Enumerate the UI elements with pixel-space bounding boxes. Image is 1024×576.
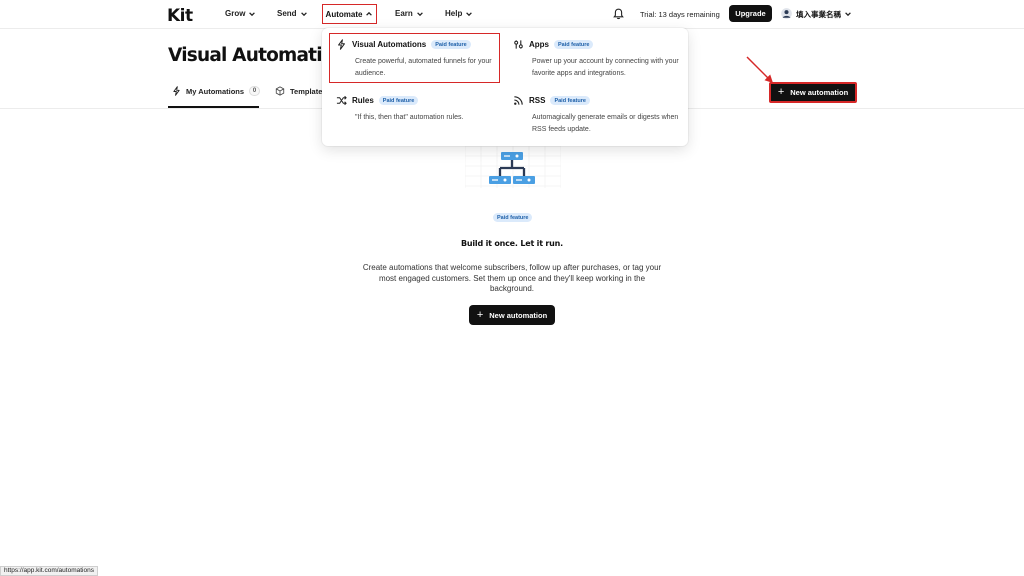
paid-feature-badge: Paid feature (554, 40, 594, 49)
lightning-icon (173, 86, 180, 96)
cube-icon (275, 86, 285, 96)
trial-status: Trial: 13 days remaining (640, 10, 720, 19)
nav-earn-label: Earn (395, 9, 413, 18)
chevron-down-icon (300, 11, 307, 16)
upgrade-button[interactable]: Upgrade (729, 5, 772, 22)
top-navigation: Kit Grow Send Automate Earn Help Trial: … (0, 0, 1024, 29)
menu-item-rules-desc: "If this, then that" automation rules. (355, 114, 464, 121)
tab-my-automations[interactable]: My Automations 0 (172, 86, 261, 96)
status-bar-url: https://app.kit.com/automations (0, 566, 98, 576)
chevron-down-icon (416, 11, 423, 16)
chevron-down-icon (466, 11, 473, 16)
plus-icon: + (777, 86, 785, 98)
paid-feature-badge: Paid feature (493, 213, 533, 222)
nav-help[interactable]: Help (445, 9, 473, 18)
menu-item-apps-title: Apps (529, 40, 549, 49)
account-name[interactable]: 填入事業名稱 (796, 9, 841, 20)
plus-icon: + (476, 308, 484, 321)
menu-item-rss-desc: Automagically generate emails or digests… (532, 114, 679, 133)
empty-state-title: Build it once. Let it run. (461, 239, 563, 248)
nav-send[interactable]: Send (277, 9, 308, 18)
nav-grow[interactable]: Grow (225, 9, 256, 18)
nav-help-label: Help (445, 9, 463, 18)
annotation-highlight-box (329, 33, 500, 83)
new-automation-button[interactable]: + New automation (769, 82, 857, 103)
empty-state-description: Create automations that welcome subscrib… (362, 263, 662, 293)
paid-feature-badge: Paid feature (550, 96, 590, 105)
shuffle-icon (336, 95, 347, 106)
avatar[interactable] (781, 8, 792, 19)
menu-item-rss-title: RSS (529, 96, 546, 105)
nav-send-label: Send (277, 9, 297, 18)
bell-icon[interactable] (613, 8, 624, 20)
chevron-up-icon (366, 11, 373, 16)
new-automation-button-center[interactable]: + New automation (469, 305, 555, 325)
menu-item-rules[interactable]: Rules Paid feature "If this, then that" … (336, 95, 506, 124)
nav-automate-label: Automate (325, 9, 363, 19)
automation-count-badge: 0 (249, 86, 261, 96)
paid-feature-badge: Paid feature (378, 96, 419, 105)
rss-icon (514, 96, 523, 105)
workflow-illustration (465, 146, 561, 188)
nav-automate[interactable]: Automate (322, 4, 377, 24)
tab-templates[interactable]: Templates (275, 86, 327, 96)
nav-earn[interactable]: Earn (395, 9, 424, 18)
menu-item-apps-desc: Power up your account by connecting with… (532, 58, 679, 77)
chevron-down-icon (249, 11, 256, 16)
new-automation-label: New automation (790, 88, 849, 97)
menu-item-rules-title: Rules (352, 96, 374, 105)
kit-logo[interactable]: Kit (167, 6, 193, 26)
tab-my-automations-label: My Automations (186, 86, 245, 96)
chevron-down-icon[interactable] (844, 10, 852, 18)
apps-icon (514, 40, 523, 49)
new-automation-center-label: New automation (489, 310, 548, 320)
menu-item-apps[interactable]: Apps Paid feature Power up your account … (513, 39, 683, 79)
nav-grow-label: Grow (225, 9, 246, 18)
menu-item-rss[interactable]: RSS Paid feature Automagically generate … (513, 95, 683, 135)
